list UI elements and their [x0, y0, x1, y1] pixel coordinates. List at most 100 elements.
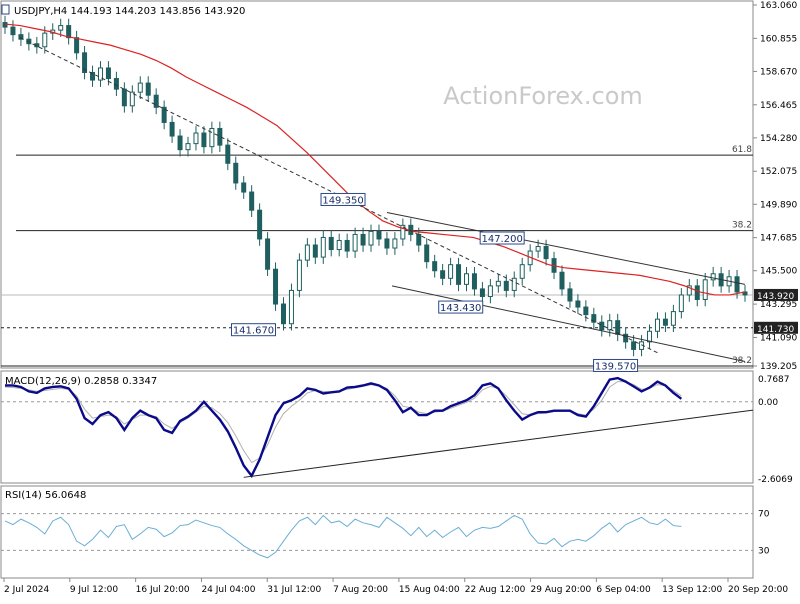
price-candle-body — [368, 230, 374, 246]
price-candle-body — [177, 135, 183, 151]
price-candle-body — [678, 294, 684, 313]
price-candle-body — [105, 67, 111, 80]
price-candle-body — [607, 320, 613, 331]
price-candle-body — [193, 132, 199, 145]
price-candle-body — [384, 238, 390, 249]
time-axis-label: 24 Jul 04:00 — [201, 585, 255, 595]
price-axis-label: 145.500 — [760, 267, 797, 277]
price-candle-body — [121, 88, 127, 107]
price-candle-body — [209, 127, 215, 148]
macd-line — [5, 376, 683, 479]
price-candle-body — [2, 22, 8, 28]
price-candle-body — [74, 37, 80, 54]
price-candle-body — [734, 276, 740, 293]
price-annotation: 143.430 — [440, 303, 481, 314]
price-candle-body — [153, 94, 159, 108]
symbol-info: USDJPY,H4 144.193 144.203 143.856 143.92… — [14, 6, 245, 17]
price-candle-body — [670, 311, 676, 326]
symbol-icon — [1, 4, 10, 15]
price-candle-body — [519, 264, 525, 279]
price-candle-body — [471, 273, 477, 290]
price-candle-body — [503, 280, 509, 291]
price-candle-body — [288, 289, 294, 325]
price-axis-label: 149.890 — [760, 200, 797, 210]
macd-pane-frame — [0, 370, 754, 484]
price-annotation: 141.670 — [233, 326, 274, 337]
price-axis-label: 158.670 — [760, 67, 797, 77]
time-axis-label: 2 Jul 2024 — [4, 585, 49, 595]
price-candle-body — [113, 78, 119, 90]
rsi-axis-label: 30 — [758, 546, 770, 556]
price-candle-body — [360, 233, 366, 246]
price-candle-body — [344, 239, 350, 252]
price-candle-body — [511, 277, 517, 291]
price-candle-body — [328, 236, 334, 251]
price-candle-body — [448, 264, 454, 279]
macd-signal-line — [4, 381, 682, 464]
price-candle-body — [280, 303, 286, 325]
price-candle-body — [296, 259, 302, 291]
price-candle-body — [599, 321, 605, 331]
price-candle-body — [416, 233, 422, 246]
price-candle-body — [249, 191, 255, 211]
price-candle-body — [495, 280, 501, 287]
rsi-axis-label: 70 — [758, 510, 770, 520]
price-candle-body — [424, 244, 430, 263]
time-axis-label: 15 Aug 04:00 — [399, 585, 460, 595]
price-candle-body — [440, 270, 446, 279]
price-axis-label: 147.685 — [760, 234, 797, 244]
price-axis-label: 141.090 — [760, 333, 797, 343]
price-candle-body — [233, 162, 239, 184]
time-axis-label: 31 Jul 12:00 — [267, 585, 321, 595]
price-candle-body — [169, 121, 175, 137]
price-candle-body — [662, 318, 668, 326]
price-candle-body — [10, 26, 16, 36]
time-axis-label: 7 Aug 20:00 — [333, 585, 388, 595]
price-candle-body — [487, 285, 493, 297]
time-axis-label: 6 Sep 04:00 — [596, 585, 651, 595]
time-axis-label: 16 Jul 20:00 — [136, 585, 190, 595]
price-axis-label: 163.060 — [760, 1, 797, 11]
time-axis-label: 20 Sep 20:00 — [728, 585, 788, 595]
price-candle-body — [583, 306, 589, 316]
price-candle-body — [58, 25, 64, 31]
price-candle-body — [273, 268, 279, 305]
price-pane-frame — [0, 0, 754, 369]
price-candle-body — [456, 264, 462, 285]
price-candle-body — [137, 82, 143, 93]
price-candle-body — [265, 238, 271, 270]
current-price-label: 143.920 — [757, 292, 794, 302]
price-candle-body — [352, 233, 358, 252]
macd-axis-label: 0.7687 — [758, 375, 790, 385]
price-candle-body — [225, 144, 231, 164]
price-candle-body — [376, 230, 382, 240]
price-candle-body — [392, 238, 398, 249]
price-annotation: 139.570 — [595, 361, 636, 372]
macd-trend-line — [243, 409, 754, 478]
price-candle-body — [710, 273, 716, 281]
price-candle-body — [336, 239, 342, 251]
price-candle-body — [241, 182, 247, 193]
rsi-line — [4, 514, 682, 559]
price-candle-body — [654, 318, 660, 332]
rsi-title: RSI(14) 56.0648 — [5, 490, 86, 501]
time-axis-label: 13 Sep 12:00 — [662, 585, 722, 595]
support-price-label: 141.730 — [757, 325, 794, 335]
price-axis-label: 156.465 — [760, 101, 797, 111]
price-annotation: 149.350 — [322, 195, 363, 206]
fib-level-label: 61.8 — [732, 145, 752, 155]
price-candle-body — [694, 285, 700, 300]
price-candle-body — [559, 271, 565, 290]
price-candle-body — [702, 279, 708, 300]
price-candle-body — [145, 82, 151, 96]
price-candle-body — [543, 246, 549, 260]
macd-axis-label: 0.00 — [758, 398, 778, 408]
macd-title: MACD(12,26,9) 0.2858 0.3347 — [5, 376, 157, 387]
price-candle-body — [185, 143, 191, 151]
price-candle-body — [320, 236, 326, 258]
price-candle-body — [535, 246, 541, 252]
watermark: ActionForex.com — [443, 82, 643, 110]
price-candle-body — [575, 300, 581, 308]
price-axis-label: 160.855 — [760, 34, 797, 44]
macd-axis-label: -2.6069 — [758, 475, 793, 485]
